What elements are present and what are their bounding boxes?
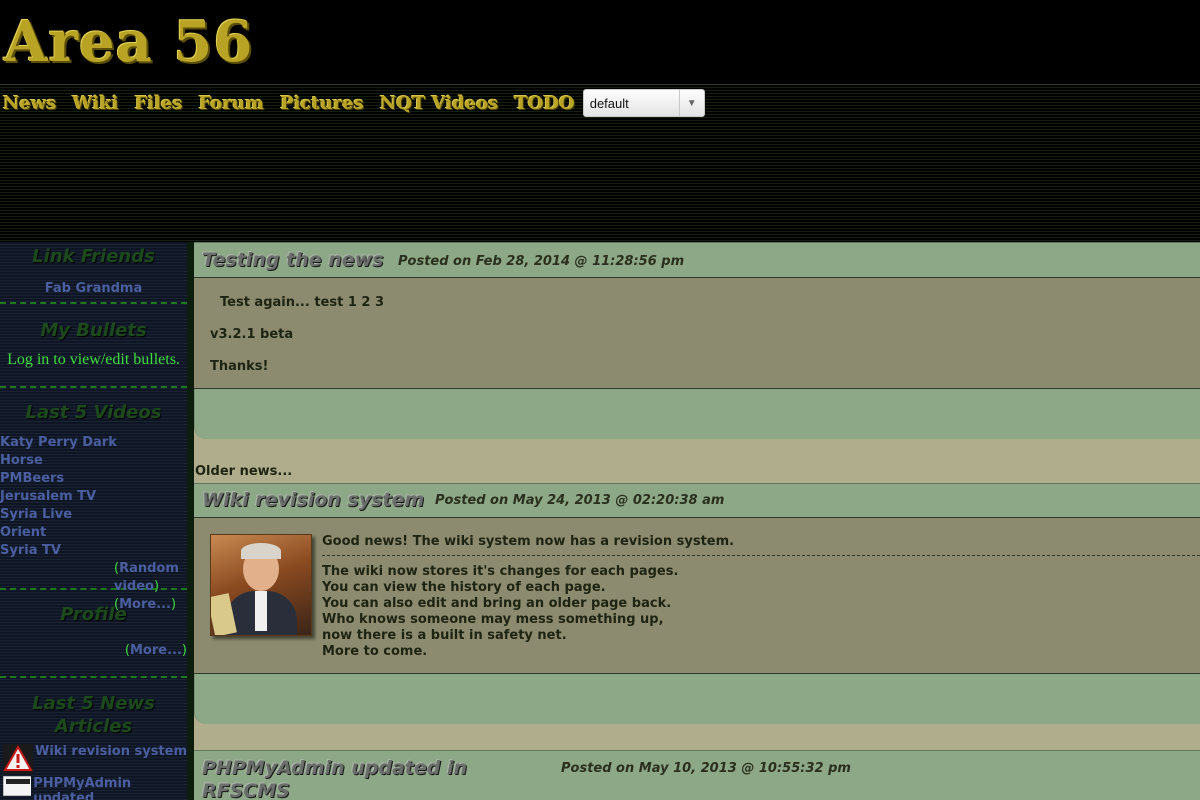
sidebar: Link Friends Fab Grandma My Bullets Log … (0, 242, 194, 800)
post-date: Posted on May 10, 2013 @ 10:55:32 pm (561, 761, 851, 776)
post-line: Test again... test 1 2 3 (220, 295, 385, 310)
post-line: You can also edit and bring an older pag… (322, 596, 672, 611)
link-friends-block: Link Friends Fab Grandma (0, 242, 187, 304)
older-news-link[interactable]: Older news... (195, 464, 292, 479)
last-videos-title: Last 5 Videos (25, 402, 162, 423)
author-avatar (210, 534, 312, 636)
post-title[interactable]: Testing the news (202, 249, 383, 271)
news-article-link[interactable]: Wiki revision system (35, 744, 187, 759)
news-feed: Testing the news Posted on Feb 28, 2014 … (194, 242, 1200, 800)
warning-icon (3, 744, 33, 774)
post-title[interactable]: PHPMyAdmin updated in RFSCMS (202, 757, 482, 800)
video-link[interactable]: Syria Live Orient (0, 507, 72, 540)
paren: ) (171, 597, 177, 612)
post-date: Posted on May 24, 2013 @ 02:20:38 am (435, 493, 725, 508)
video-link[interactable]: Syria TV (0, 543, 61, 558)
post-body: Test again... test 1 2 3 v3.2.1 beta Tha… (194, 278, 1200, 389)
theme-select-value: default (589, 95, 629, 111)
divider (322, 555, 1200, 556)
friend-link[interactable]: Fab Grandma (45, 281, 142, 296)
post-intro: Good news! The wiki system now has a rev… (322, 534, 735, 549)
post-date: Posted on Feb 28, 2014 @ 11:28:56 pm (398, 254, 685, 269)
chevron-down-icon: ▼ (678, 90, 704, 116)
post-header: Testing the news Posted on Feb 28, 2014 … (194, 242, 1200, 278)
post-footer (194, 674, 1200, 724)
link-friends-title: Link Friends (32, 246, 155, 267)
last-news-block: Last 5 News Articles Wiki revision syste… (0, 678, 187, 800)
post-line: Who knows someone may mess something up, (322, 612, 664, 627)
main-nav: News Wiki Files Forum Pictures NQT Video… (3, 88, 705, 118)
post-line: You can view the history of each page. (322, 580, 606, 595)
post-line: Thanks! (210, 359, 269, 374)
video-link[interactable]: PMBeers (0, 471, 64, 486)
post-title[interactable]: Wiki revision system (202, 489, 424, 511)
post-header: PHPMyAdmin updated in RFSCMS Posted on M… (194, 750, 1200, 800)
my-bullets-block: My Bullets Log in to view/edit bullets. (0, 304, 187, 388)
nav-todo[interactable]: TODO (514, 93, 574, 114)
news-icon (3, 776, 32, 796)
video-link[interactable]: Katy Perry Dark Horse (0, 435, 117, 468)
nav-nqt-videos[interactable]: NQT Videos (380, 93, 498, 114)
nav-forum[interactable]: Forum (199, 93, 264, 114)
theme-select[interactable]: default ▼ (582, 89, 705, 117)
older-news-spacer: Older news... (194, 439, 1200, 483)
nav-pictures[interactable]: Pictures (280, 93, 364, 114)
bullets-login-text[interactable]: Log in to view/edit bullets. (7, 351, 180, 368)
post-line: The wiki now stores it's changes for eac… (322, 564, 679, 579)
post-line: More to come. (322, 644, 428, 659)
profile-more-link[interactable]: More... (130, 643, 182, 658)
nav-files[interactable]: Files (135, 93, 183, 114)
nav-wiki[interactable]: Wiki (73, 93, 119, 114)
post-header: Wiki revision system Posted on May 24, 2… (194, 483, 1200, 518)
paren: ) (181, 643, 187, 658)
last-news-title: Last 5 News Articles (32, 693, 155, 737)
paren: ) (153, 579, 160, 594)
post-line: now there is a built in safety net. (322, 628, 567, 643)
post-content: Good news! The wiki system now has a rev… (322, 534, 1200, 660)
video-link[interactable]: Jerusalem TV (0, 489, 96, 504)
news-article-link[interactable]: PHPMyAdmin updated (33, 776, 187, 800)
my-bullets-title: My Bullets (40, 320, 147, 341)
last-videos-block: Last 5 Videos Katy Perry Dark Horse PMBe… (0, 388, 187, 612)
site-logo[interactable]: Area 56 (4, 14, 253, 70)
post-footer (194, 389, 1200, 439)
post-line: v3.2.1 beta (210, 327, 294, 342)
post-spacer (194, 724, 1200, 750)
post-body: Good news! The wiki system now has a rev… (194, 518, 1200, 674)
nav-news[interactable]: News (3, 93, 57, 114)
